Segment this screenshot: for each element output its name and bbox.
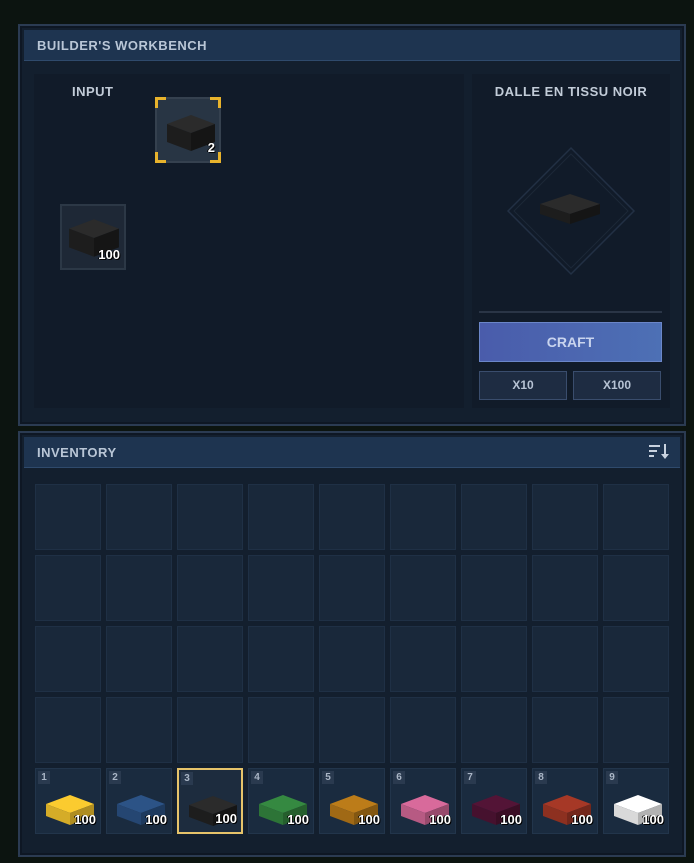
input-slot[interactable]: 100 bbox=[60, 204, 126, 270]
inventory-slot[interactable] bbox=[461, 555, 527, 621]
inventory-slot[interactable] bbox=[603, 555, 669, 621]
hotbar-slot[interactable]: 3 100 bbox=[177, 768, 243, 834]
craft-x100-button[interactable]: X100 bbox=[573, 371, 661, 400]
inventory-slot[interactable] bbox=[248, 697, 314, 763]
inventory-slot[interactable] bbox=[390, 697, 456, 763]
hotbar-key-label: 5 bbox=[322, 771, 334, 784]
inventory-slot[interactable] bbox=[603, 484, 669, 550]
output-item-name: DALLE EN TISSU NOIR bbox=[494, 84, 648, 99]
inventory-slot[interactable] bbox=[319, 626, 385, 692]
hotbar-key-label: 7 bbox=[464, 771, 476, 784]
craft-x10-button[interactable]: X10 bbox=[479, 371, 567, 400]
hotbar-slot[interactable]: 5 100 bbox=[319, 768, 385, 834]
inventory-title: INVENTORY bbox=[37, 445, 117, 460]
hotbar-key-label: 4 bbox=[251, 771, 263, 784]
inventory-slot[interactable] bbox=[603, 697, 669, 763]
hotbar-slot-quantity: 100 bbox=[145, 812, 167, 827]
hotbar-slot[interactable]: 4 100 bbox=[248, 768, 314, 834]
workbench-header: BUILDER'S WORKBENCH bbox=[24, 30, 680, 61]
hotbar-slot[interactable]: 7 100 bbox=[461, 768, 527, 834]
inventory-slot[interactable] bbox=[177, 484, 243, 550]
hotbar-slot-quantity: 100 bbox=[642, 812, 664, 827]
inventory-slot[interactable] bbox=[248, 484, 314, 550]
hotbar-slot[interactable]: 8 100 bbox=[532, 768, 598, 834]
workbench-title: BUILDER'S WORKBENCH bbox=[37, 38, 208, 53]
inventory-slot[interactable] bbox=[106, 697, 172, 763]
selection-corner bbox=[210, 97, 221, 108]
hotbar-slot-quantity: 100 bbox=[358, 812, 380, 827]
inventory-slot[interactable] bbox=[35, 555, 101, 621]
inventory-slot[interactable] bbox=[106, 555, 172, 621]
inventory-slot[interactable] bbox=[461, 626, 527, 692]
input-slot-selected[interactable]: 2 bbox=[155, 97, 221, 163]
input-label: INPUT bbox=[72, 84, 114, 99]
inventory-slot[interactable] bbox=[532, 697, 598, 763]
inventory-slot[interactable] bbox=[319, 555, 385, 621]
inventory-slot[interactable] bbox=[177, 555, 243, 621]
sort-icon[interactable] bbox=[648, 443, 670, 461]
hotbar-key-label: 6 bbox=[393, 771, 405, 784]
hotbar-slot-quantity: 100 bbox=[500, 812, 522, 827]
inventory-slot[interactable] bbox=[390, 484, 456, 550]
inventory-slot[interactable] bbox=[390, 555, 456, 621]
inventory-slot[interactable] bbox=[461, 697, 527, 763]
inventory-slot[interactable] bbox=[35, 484, 101, 550]
inventory-slot[interactable] bbox=[390, 626, 456, 692]
hotbar-key-label: 1 bbox=[38, 771, 50, 784]
inventory-slot[interactable] bbox=[35, 697, 101, 763]
hotbar-slot-quantity: 100 bbox=[429, 812, 451, 827]
selection-corner bbox=[155, 152, 166, 163]
inventory-slot[interactable] bbox=[248, 626, 314, 692]
inventory-header: INVENTORY bbox=[24, 437, 680, 468]
input-slot-quantity: 100 bbox=[98, 247, 120, 262]
hotbar-slot-quantity: 100 bbox=[74, 812, 96, 827]
selection-corner bbox=[155, 97, 166, 108]
hotbar-slot[interactable]: 1 100 bbox=[35, 768, 101, 834]
craft-button[interactable]: CRAFT bbox=[479, 322, 662, 362]
hotbar-key-label: 2 bbox=[109, 771, 121, 784]
inventory-slot[interactable] bbox=[319, 697, 385, 763]
output-block-icon bbox=[540, 194, 600, 224]
inventory-slot[interactable] bbox=[532, 555, 598, 621]
inventory-slot[interactable] bbox=[461, 484, 527, 550]
hotbar-slot-quantity: 100 bbox=[571, 812, 593, 827]
hotbar-slot-quantity: 100 bbox=[287, 812, 309, 827]
inventory-panel: INVENTORY 1 100 2 100 3 100 4 100 5 100 6 100 7 100 8 1… bbox=[18, 431, 686, 857]
preview-divider bbox=[479, 311, 662, 313]
inventory-slot[interactable] bbox=[532, 626, 598, 692]
output-preview bbox=[506, 146, 636, 276]
hotbar-slot[interactable]: 2 100 bbox=[106, 768, 172, 834]
inventory-slot[interactable] bbox=[177, 697, 243, 763]
hotbar-slot-quantity: 100 bbox=[215, 811, 237, 826]
selection-corner bbox=[210, 152, 221, 163]
hotbar-key-label: 3 bbox=[181, 772, 193, 785]
inventory-slot[interactable] bbox=[532, 484, 598, 550]
inventory-slot[interactable] bbox=[319, 484, 385, 550]
inventory-slot[interactable] bbox=[248, 555, 314, 621]
workbench-panel: BUILDER'S WORKBENCH INPUT 2 100 DALLE EN… bbox=[18, 24, 686, 426]
inventory-slot[interactable] bbox=[603, 626, 669, 692]
hotbar-slot[interactable]: 6 100 bbox=[390, 768, 456, 834]
hotbar-slot[interactable]: 9 100 bbox=[603, 768, 669, 834]
inventory-slot[interactable] bbox=[106, 484, 172, 550]
inventory-slot[interactable] bbox=[35, 626, 101, 692]
hotbar-key-label: 9 bbox=[606, 771, 618, 784]
inventory-slot[interactable] bbox=[106, 626, 172, 692]
inventory-slot[interactable] bbox=[177, 626, 243, 692]
hotbar-key-label: 8 bbox=[535, 771, 547, 784]
